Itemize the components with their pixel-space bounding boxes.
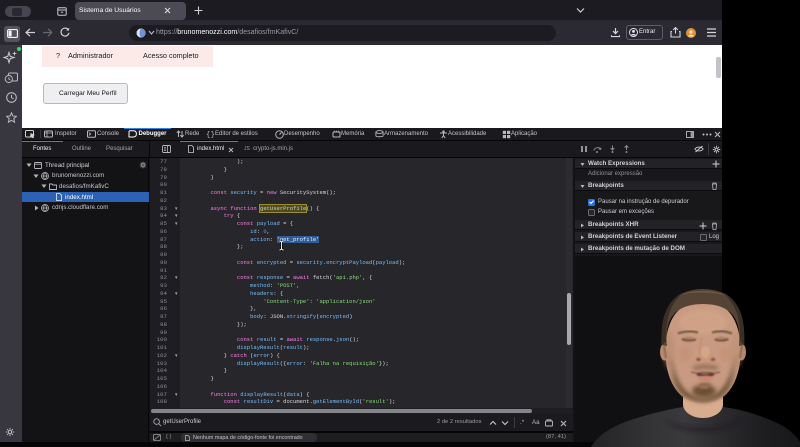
svg-text:{}: {} <box>206 131 215 138</box>
